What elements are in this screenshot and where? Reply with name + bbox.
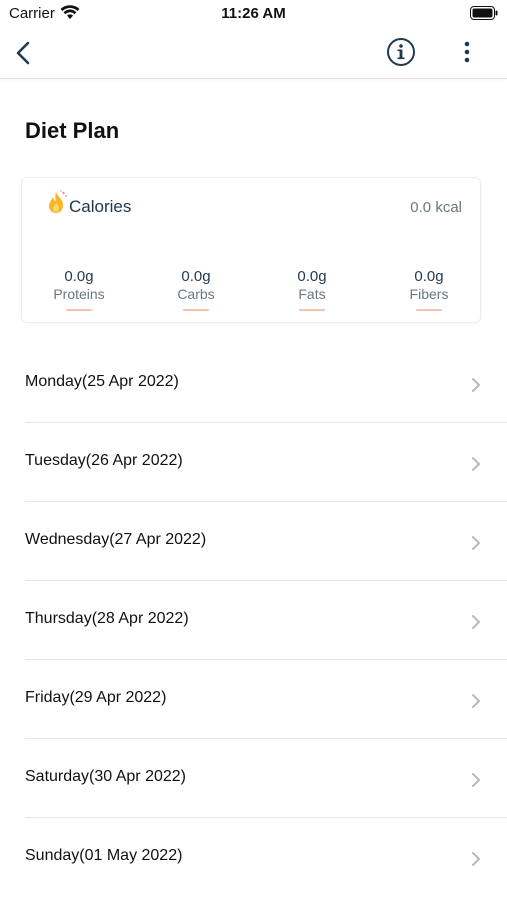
chevron-right-icon xyxy=(472,773,480,787)
status-bar: Carrier 11:26 AM xyxy=(0,0,507,28)
day-label: Tuesday(26 Apr 2022) xyxy=(25,452,183,469)
more-options-button[interactable] xyxy=(457,37,477,67)
day-item-monday[interactable]: Monday(25 Apr 2022) xyxy=(25,344,507,423)
day-label: Thursday(28 Apr 2022) xyxy=(25,610,189,627)
macro-underline xyxy=(183,309,209,311)
day-label: Friday(29 Apr 2022) xyxy=(25,689,167,706)
day-label: Sunday(01 May 2022) xyxy=(25,847,183,864)
day-item-saturday[interactable]: Saturday(30 Apr 2022) xyxy=(25,739,507,818)
flame-icon xyxy=(49,190,67,213)
macro-proteins: 0.0g Proteins xyxy=(39,268,119,311)
macro-value: 0.0g xyxy=(181,268,211,285)
info-circle-icon xyxy=(387,38,415,66)
clock: 11:26 AM xyxy=(221,5,286,22)
navigation-bar xyxy=(0,28,507,79)
macro-carbs: 0.0g Carbs xyxy=(156,268,236,311)
calories-label: Calories xyxy=(69,197,132,216)
chevron-right-icon xyxy=(472,457,480,471)
macro-value: 0.0g xyxy=(414,268,444,285)
macro-value: 0.0g xyxy=(297,268,327,285)
day-item-thursday[interactable]: Thursday(28 Apr 2022) xyxy=(25,581,507,660)
day-label: Monday(25 Apr 2022) xyxy=(25,373,179,390)
macro-label: Carbs xyxy=(177,286,215,302)
chevron-right-icon xyxy=(472,694,480,708)
chevron-right-icon xyxy=(472,378,480,392)
day-item-wednesday[interactable]: Wednesday(27 Apr 2022) xyxy=(25,502,507,581)
day-item-friday[interactable]: Friday(29 Apr 2022) xyxy=(25,660,507,739)
macro-label: Fibers xyxy=(409,286,449,302)
day-label: Saturday(30 Apr 2022) xyxy=(25,768,186,785)
chevron-right-icon xyxy=(472,536,480,550)
macro-value: 0.0g xyxy=(64,268,94,285)
battery-icon xyxy=(470,6,498,20)
macro-underline xyxy=(299,309,325,311)
macro-label: Proteins xyxy=(53,286,105,302)
chevron-right-icon xyxy=(472,615,480,629)
chevron-right-icon xyxy=(472,852,480,866)
calories-value: 0.0 kcal xyxy=(410,199,462,216)
macro-fibers: 0.0g Fibers xyxy=(389,268,469,311)
chevron-left-icon xyxy=(16,41,30,65)
macro-underline xyxy=(66,309,92,311)
day-label: Wednesday(27 Apr 2022) xyxy=(25,531,207,548)
more-vertical-icon xyxy=(464,41,470,63)
page-title: Diet Plan xyxy=(25,118,120,143)
macro-fats: 0.0g Fats xyxy=(272,268,352,311)
day-list: Monday(25 Apr 2022) Tuesday(26 Apr 2022)… xyxy=(25,344,507,896)
day-item-sunday[interactable]: Sunday(01 May 2022) xyxy=(25,818,507,896)
macro-underline xyxy=(416,309,442,311)
macro-label: Fats xyxy=(298,286,326,302)
back-button[interactable] xyxy=(10,37,40,69)
calories-card: Calories 0.0 kcal 0.0g Proteins 0.0g Car… xyxy=(21,177,481,323)
info-button[interactable] xyxy=(386,37,416,67)
day-item-tuesday[interactable]: Tuesday(26 Apr 2022) xyxy=(25,423,507,502)
